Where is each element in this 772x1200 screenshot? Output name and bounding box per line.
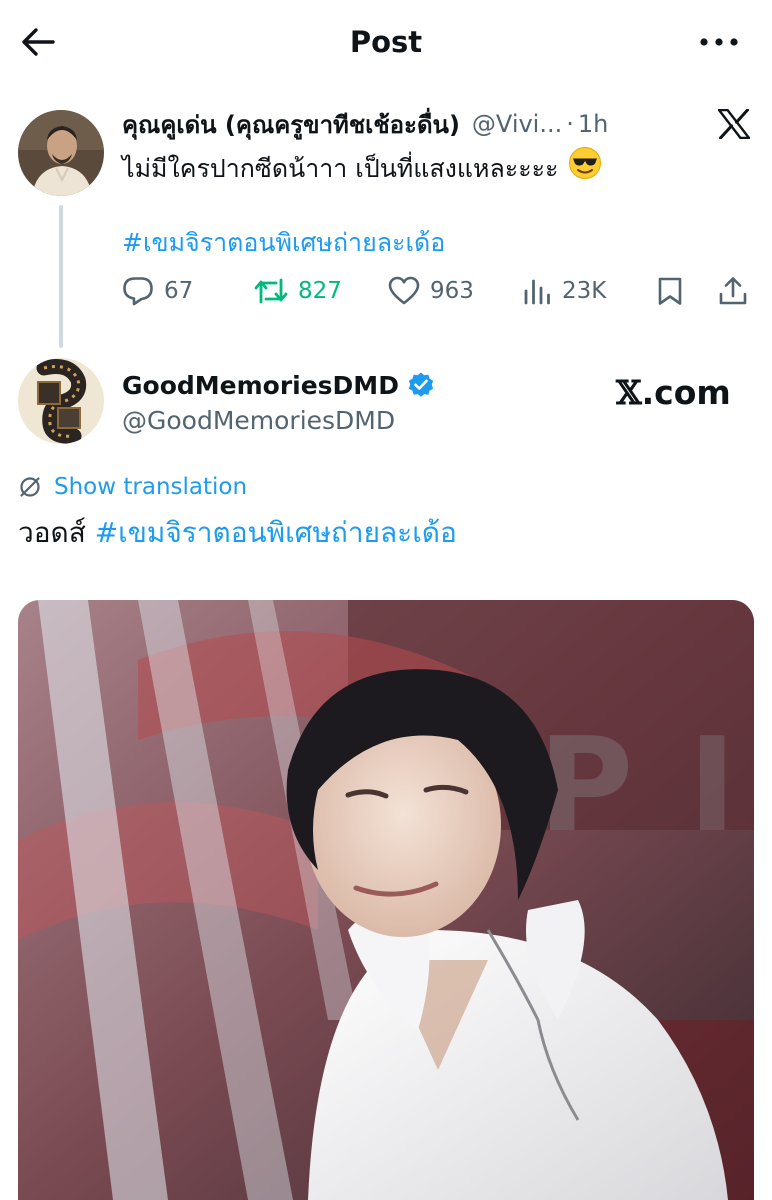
svg-text:I: I	[688, 709, 736, 861]
views-button[interactable]: 23K	[522, 270, 606, 312]
repost-button[interactable]: 827	[254, 270, 342, 312]
post-media-image[interactable]: P I	[18, 600, 754, 1200]
verified-badge-icon[interactable]	[407, 371, 435, 399]
x-logo-mark: 𝕏	[616, 372, 642, 412]
avatar-photo	[18, 110, 104, 196]
author-name[interactable]: GoodMemoriesDMD	[122, 371, 399, 400]
media-photo: P I	[18, 600, 754, 1200]
share-button[interactable]	[718, 270, 748, 312]
view-count: 23K	[562, 278, 607, 304]
show-translation-label: Show translation	[54, 474, 248, 500]
bookmark-button[interactable]	[656, 270, 684, 312]
arrow-left-icon	[22, 28, 55, 56]
page-title: Post	[349, 25, 423, 59]
translate-icon	[20, 477, 40, 497]
author-handle[interactable]: @Vivi...	[472, 110, 562, 138]
avatar[interactable]	[18, 110, 104, 196]
watermark-domain: .com	[641, 372, 731, 412]
avatar-film-reel	[18, 358, 104, 444]
repost-icon	[254, 278, 288, 304]
show-translation-link[interactable]: Show translation	[18, 470, 247, 504]
post-body: วอดส์	[18, 516, 95, 549]
reply-button[interactable]: 67	[122, 270, 193, 312]
x-com-watermark: 𝕏 .com	[616, 368, 731, 416]
thread-connector-line	[59, 205, 63, 348]
analytics-icon	[524, 279, 550, 305]
avatar[interactable]	[18, 358, 104, 444]
post-timestamp[interactable]: 1h	[578, 110, 608, 138]
like-count: 963	[430, 278, 474, 304]
reply-count: 67	[164, 278, 194, 304]
author-handle[interactable]: @GoodMemoriesDMD	[122, 403, 395, 439]
more-horizontal-icon	[700, 38, 738, 46]
post-author-row: คุณคูเด่น (คุณครูขาทีชเช้อะดื่น) @Vivi..…	[122, 104, 608, 144]
x-logo-icon	[714, 104, 754, 144]
post-text: วอดส์ #เขมจิราตอนพิเศษถ่ายละเด้อ	[18, 512, 457, 554]
hashtag-link[interactable]: #เขมจิราตอนพิเศษถ่ายละเด้อ	[122, 225, 445, 261]
heart-icon	[388, 276, 420, 305]
back-button[interactable]	[18, 22, 58, 62]
post-action-bar: 67 827 963 23K	[122, 270, 762, 312]
share-icon	[719, 277, 747, 305]
bookmark-icon	[658, 277, 682, 305]
post-text: ไม่มีใครปากซีดน้าาา เป็นที่แสงแหละะะะ	[122, 146, 602, 191]
post-body: ไม่มีใครปากซีดน้าาา เป็นที่แสงแหละะะะ	[122, 153, 559, 183]
author-name[interactable]: คุณคูเด่น (คุณครูขาทีชเช้อะดื่น)	[122, 105, 460, 144]
hashtag-link[interactable]: #เขมจิราตอนพิเศษถ่ายละเด้อ	[95, 516, 457, 549]
like-button[interactable]: 963	[388, 270, 474, 312]
separator-dot: ·	[566, 110, 574, 138]
top-bar: Post	[0, 0, 772, 84]
reply-icon	[123, 277, 153, 306]
post-author-row: GoodMemoriesDMD	[122, 366, 435, 404]
sunglasses-emoji-icon	[568, 146, 602, 191]
more-options-button[interactable]	[694, 24, 744, 60]
repost-count: 827	[298, 278, 342, 304]
